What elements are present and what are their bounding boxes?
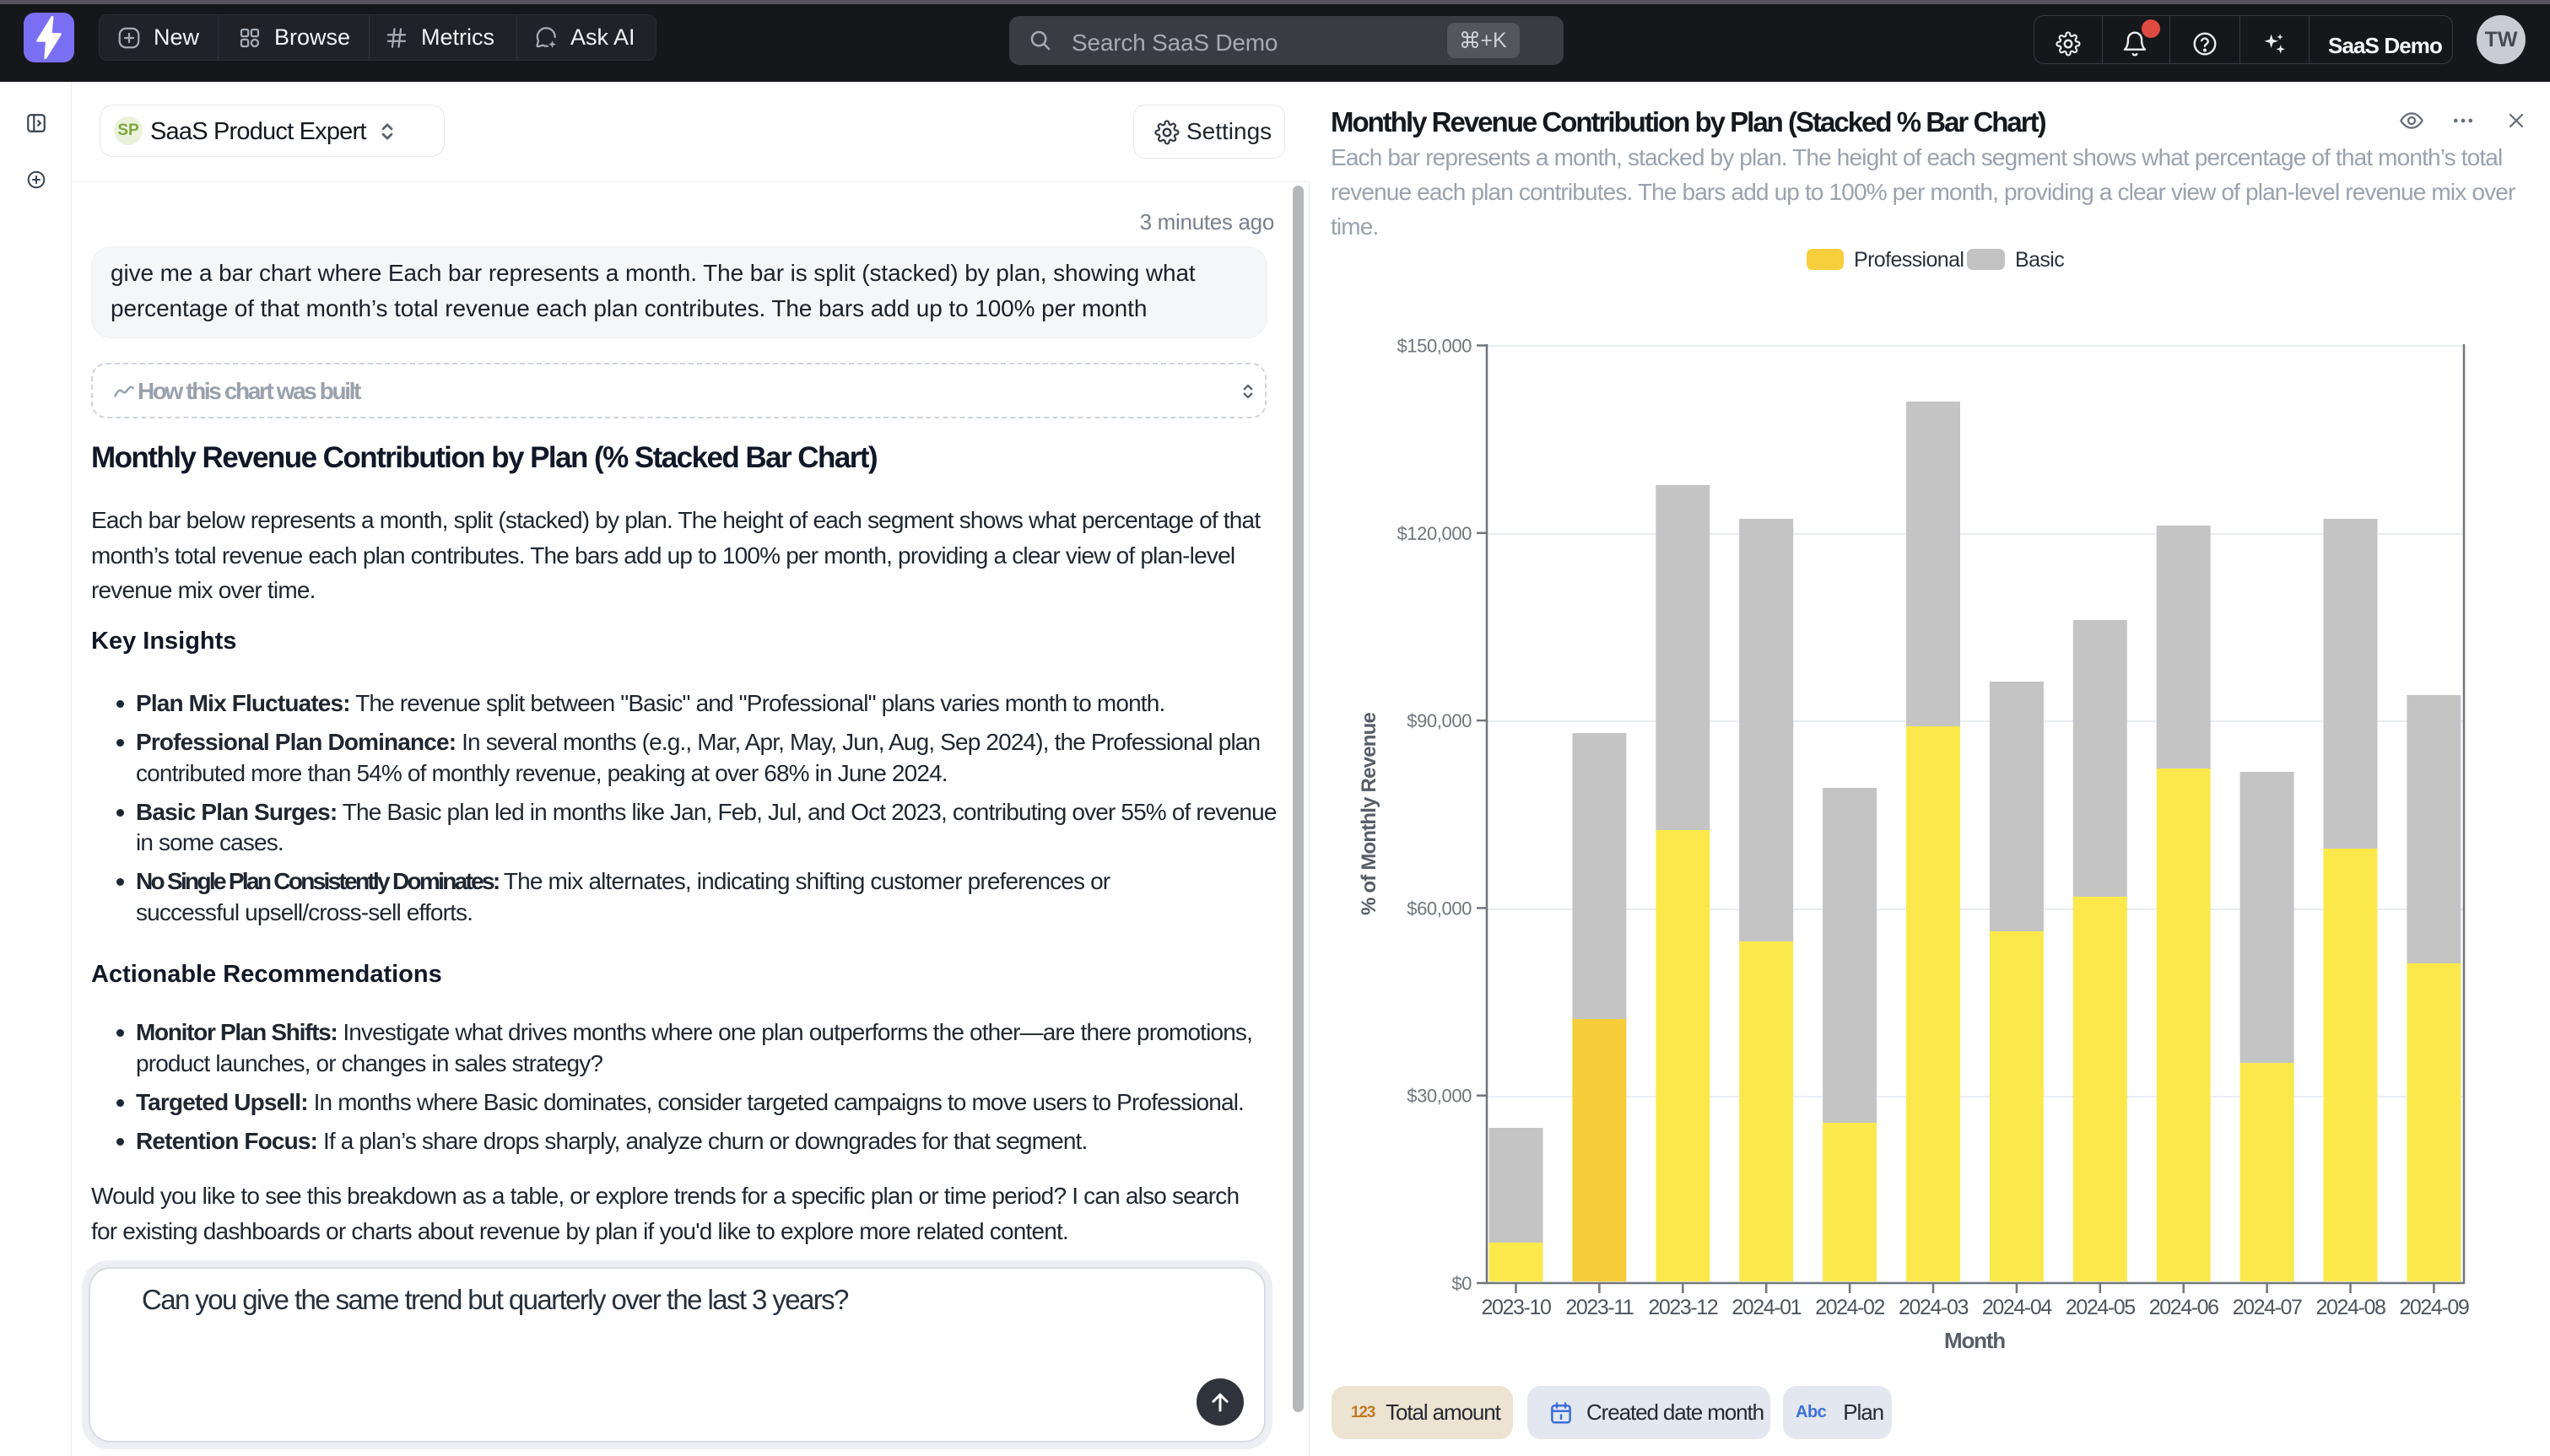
svg-text:2024-08: 2024-08 xyxy=(2316,1296,2385,1319)
svg-text:2024-02: 2024-02 xyxy=(1815,1296,1884,1319)
svg-text:2024-09: 2024-09 xyxy=(2399,1296,2468,1319)
svg-text:2024-04: 2024-04 xyxy=(1982,1296,2052,1319)
svg-text:$90,000: $90,000 xyxy=(1407,710,1472,731)
svg-text:2024-06: 2024-06 xyxy=(2149,1296,2218,1319)
svg-text:2023-12: 2023-12 xyxy=(1648,1296,1717,1319)
svg-text:2023-11: 2023-11 xyxy=(1565,1296,1634,1319)
svg-text:2023-10: 2023-10 xyxy=(1482,1296,1551,1319)
svg-text:$150,000: $150,000 xyxy=(1397,336,1472,357)
svg-text:Month: Month xyxy=(1944,1328,2005,1353)
svg-text:2024-01: 2024-01 xyxy=(1732,1296,1801,1319)
svg-text:2024-07: 2024-07 xyxy=(2233,1296,2302,1319)
svg-text:2024-03: 2024-03 xyxy=(1899,1296,1968,1319)
svg-text:$0: $0 xyxy=(1451,1273,1472,1294)
svg-text:$30,000: $30,000 xyxy=(1407,1086,1472,1107)
svg-text:% of Monthly Revenue: % of Monthly Revenue xyxy=(1358,713,1380,915)
svg-text:$120,000: $120,000 xyxy=(1397,523,1472,544)
svg-text:2024-05: 2024-05 xyxy=(2066,1296,2135,1319)
svg-text:$60,000: $60,000 xyxy=(1407,898,1472,919)
